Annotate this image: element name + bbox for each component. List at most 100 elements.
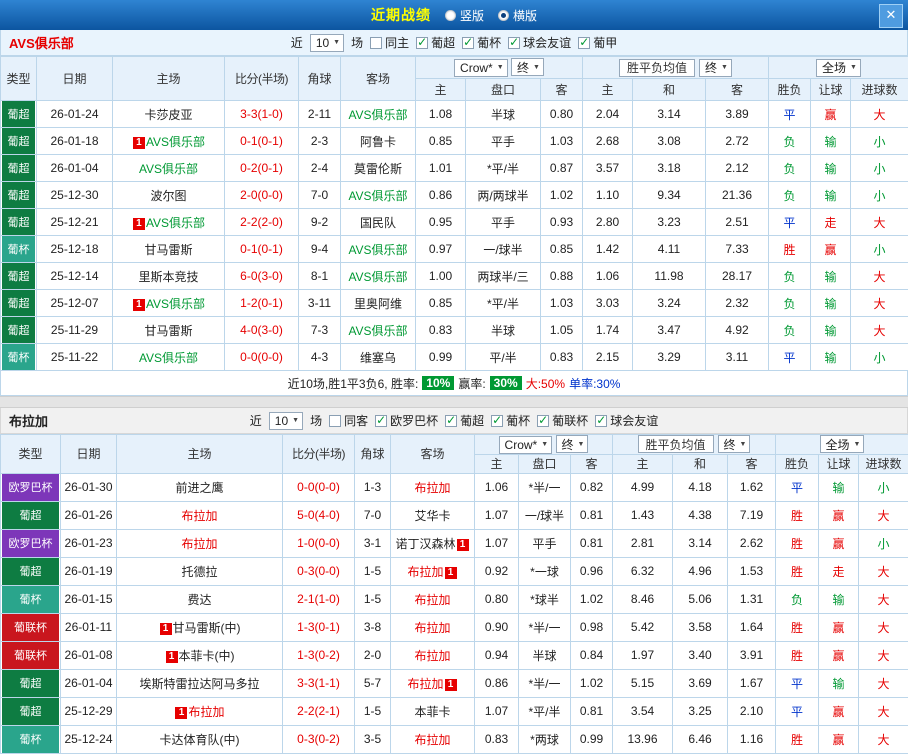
match-date: 26-01-24: [36, 100, 113, 128]
bookmaker-select[interactable]: Crow* ▼: [498, 435, 553, 454]
wdl-result: 胜: [775, 528, 819, 558]
asian-home-odds: 0.85: [415, 289, 466, 317]
col-header-goals: 进球数: [850, 78, 908, 101]
away-team: AVS俱乐部: [340, 100, 416, 128]
league-filter-checkbox[interactable]: 葡超: [416, 34, 455, 51]
euro-final-select[interactable]: 终 ▼: [699, 58, 732, 77]
match-date: 26-01-15: [60, 584, 117, 614]
league-type-cell: 葡超: [0, 181, 37, 209]
score-halftime: 0-0(0-0): [282, 472, 355, 502]
league-filter-checkbox[interactable]: 葡杯: [462, 34, 501, 51]
corners: 9-2: [298, 208, 341, 236]
corners: 3-8: [354, 612, 391, 642]
radio-icon: [498, 9, 509, 21]
euro-draw-odds: 4.18: [672, 472, 728, 502]
match-row: 葡超 25-11-29 甘马雷斯 4-0(3-0) 7-3 AVS俱乐部 0.83 半球 1.0…: [0, 316, 908, 344]
league-type-cell: 葡超: [0, 668, 61, 698]
matches-label: 场: [310, 414, 323, 428]
away-team: 阿鲁卡: [340, 127, 416, 155]
red-card-badge: 1: [159, 622, 172, 635]
checkbox-icon: [375, 413, 388, 427]
league-filter-checkbox[interactable]: 球会友谊: [595, 412, 658, 429]
section-header: AVS俱乐部 近 10▼ 场同主葡超葡杯球会友谊葡甲: [0, 30, 908, 56]
col-header-corner: 角球: [298, 56, 341, 101]
handicap-result: 赢: [810, 235, 851, 263]
euro-away-odds: 2.51: [705, 208, 769, 236]
rounds-select[interactable]: 10 ▼: [309, 33, 345, 52]
home-team: 卡达体育队(中): [116, 724, 283, 754]
league-type-badge: 葡超: [2, 698, 59, 724]
handicap-result: 输: [810, 262, 851, 290]
corners: 2-3: [298, 127, 341, 155]
col-header-score: 比分(半场): [224, 56, 299, 101]
league-filter-checkbox[interactable]: 葡甲: [578, 34, 617, 51]
section-divider: [0, 396, 908, 408]
layout-horizontal-radio[interactable]: 横版: [498, 7, 537, 24]
euro-average-button[interactable]: 胜平负均值: [619, 58, 696, 77]
score-halftime: 0-1(0-1): [224, 235, 299, 263]
euro-average-button[interactable]: 胜平负均值: [637, 435, 714, 454]
scope-select[interactable]: 全场 ▼: [816, 58, 861, 77]
asian-home-odds: 0.94: [474, 640, 519, 670]
euro-home-odds: 2.80: [582, 208, 633, 236]
league-filter-checkbox[interactable]: 球会友谊: [508, 34, 571, 51]
match-row: 葡杯 25-12-24 卡达体育队(中) 0-3(0-2) 3-5 布拉加 0.83 *两球 0…: [0, 724, 908, 754]
layout-vertical-radio[interactable]: 竖版: [444, 7, 484, 24]
asian-away-odds: 0.87: [540, 154, 583, 182]
asian-handicap: 平/半: [465, 343, 541, 371]
score-halftime: 1-3(0-2): [282, 640, 355, 670]
corners: 7-0: [354, 500, 391, 530]
score-halftime: 1-2(0-1): [224, 289, 299, 317]
asian-final-select[interactable]: 终 ▼: [555, 435, 589, 453]
asian-handicap: 半球: [518, 640, 571, 670]
handicap-result: 赢: [818, 612, 859, 642]
summary-part: 30%: [489, 376, 522, 390]
home-team-name: 甘马雷斯: [144, 323, 193, 338]
league-filter-checkbox[interactable]: 葡杯: [491, 412, 530, 429]
match-row: 葡超 25-12-07 1 AVS俱乐部 1-2(0-1) 3-11 里奥阿维 0.85 *平/…: [0, 289, 908, 317]
league-filter-checkbox[interactable]: 同客: [329, 412, 368, 429]
asian-final-select[interactable]: 终 ▼: [511, 58, 544, 77]
league-filter-checkbox[interactable]: 欧罗巴杯: [375, 412, 438, 429]
recent-results-window: 近期战绩 竖版 横版 ✕ AVS俱乐部近10▼场同主葡超葡杯球会友谊葡甲类型日期…: [0, 0, 908, 754]
away-team-name: 本菲卡: [414, 704, 451, 719]
goals-result: 大: [850, 289, 908, 317]
handicap-result: 输: [810, 154, 851, 182]
goals-result: 大: [858, 500, 908, 530]
asian-handicap: 一/球半: [465, 235, 541, 263]
away-team-name: AVS俱乐部: [348, 269, 408, 284]
score-halftime: 0-3(0-0): [282, 556, 355, 586]
asian-away-odds: 1.05: [540, 316, 583, 344]
goals-result: 小: [858, 528, 908, 558]
league-type-badge: 葡超: [2, 317, 35, 343]
col-header-corner: 角球: [354, 434, 391, 474]
wdl-result: 平: [775, 668, 819, 698]
wdl-result: 平: [768, 208, 811, 236]
league-filter-checkbox[interactable]: 葡超: [445, 412, 484, 429]
league-filter-checkbox[interactable]: 同主: [370, 34, 409, 51]
wdl-result: 负: [768, 289, 811, 317]
score-halftime: 6-0(3-0): [224, 262, 299, 290]
home-team: 1 AVS俱乐部: [112, 127, 225, 155]
handicap-result: 赢: [818, 696, 859, 726]
col-header-euro_home: 主: [612, 453, 673, 474]
dropdown-arrow-icon: ▼: [850, 64, 857, 71]
match-date: 26-01-08: [60, 640, 117, 670]
bookmaker-select[interactable]: Crow* ▼: [454, 58, 508, 77]
match-date: 26-01-04: [60, 668, 117, 698]
scope-select[interactable]: 全场 ▼: [819, 435, 865, 454]
rounds-select[interactable]: 10 ▼: [268, 411, 304, 430]
goals-result: 大: [858, 612, 908, 642]
asian-home-odds: 1.01: [415, 154, 466, 182]
home-team: 波尔图: [112, 181, 225, 209]
red-card-badge: 1: [456, 538, 469, 551]
league-filter-checkbox[interactable]: 葡联杯: [537, 412, 588, 429]
match-date: 26-01-23: [60, 528, 117, 558]
asian-away-odds: 1.02: [540, 181, 583, 209]
corners: 7-0: [298, 181, 341, 209]
goals-result: 大: [858, 696, 908, 726]
close-icon[interactable]: ✕: [879, 4, 903, 28]
handicap-result: 赢: [810, 100, 851, 128]
handicap-result: 赢: [818, 724, 859, 754]
euro-final-select[interactable]: 终 ▼: [717, 435, 751, 454]
